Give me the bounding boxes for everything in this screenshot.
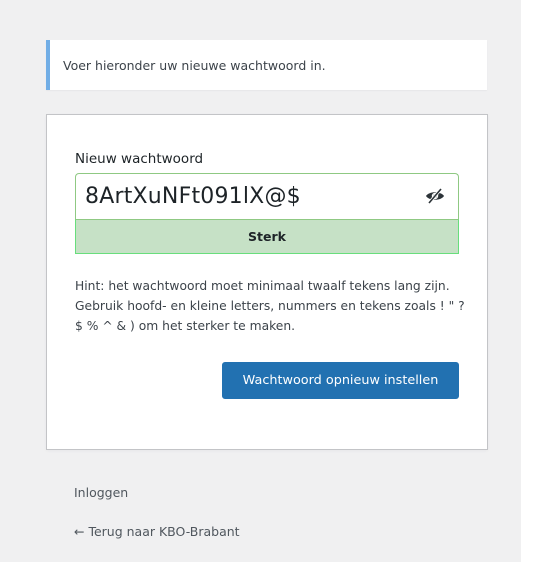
back-to-site-link[interactable]: ← Terug naar KBO-Brabant	[74, 524, 240, 539]
strength-label: Sterk	[248, 229, 286, 244]
eye-slash-icon[interactable]	[422, 184, 448, 208]
password-strength-meter: Sterk	[75, 219, 459, 254]
password-label: Nieuw wachtwoord	[75, 151, 204, 167]
reset-password-form: Nieuw wachtwoord Sterk Hint: het wachtwo…	[46, 114, 488, 450]
reset-password-button[interactable]: Wachtwoord opnieuw instellen	[222, 362, 459, 399]
notice-message: Voer hieronder uw nieuwe wachtwoord in.	[63, 57, 326, 73]
password-field-wrapper	[75, 173, 459, 219]
password-hint: Hint: het wachtwoord moet minimaal twaal…	[75, 279, 465, 333]
info-notice: Voer hieronder uw nieuwe wachtwoord in.	[46, 40, 487, 90]
login-link[interactable]: Inloggen	[74, 485, 128, 500]
new-password-input[interactable]	[76, 174, 416, 219]
